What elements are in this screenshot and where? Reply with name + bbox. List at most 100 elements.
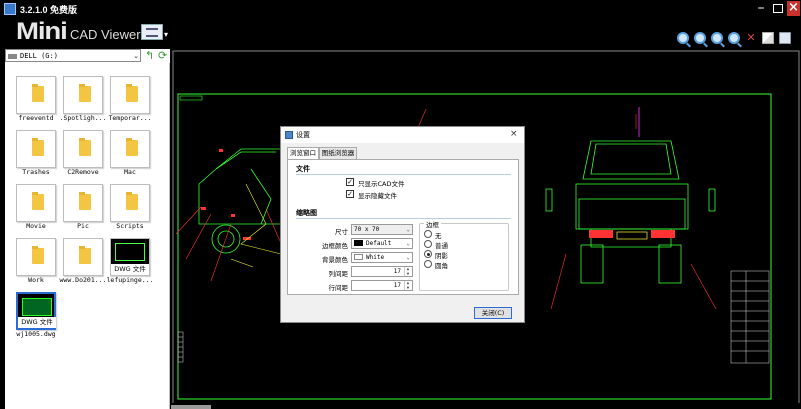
size-label: 尺寸 xyxy=(335,228,348,236)
file-thumbnail xyxy=(16,184,56,222)
border-normal-label: 普通 xyxy=(435,242,448,250)
folder-icon xyxy=(126,138,138,156)
chevron-down-icon: ⌄ xyxy=(406,240,410,247)
file-thumbnail xyxy=(63,130,103,168)
chevron-down-icon: ⌄ xyxy=(406,254,410,261)
spinner-arrows-icon[interactable]: ▲ ▼ xyxy=(404,266,411,276)
dialog-title-bar[interactable]: 设置 × xyxy=(281,127,524,143)
file-thumbnail xyxy=(16,130,56,168)
tab-drawing-browser[interactable]: 图纸浏览器 xyxy=(319,147,357,159)
border-shadow-radio[interactable] xyxy=(424,250,432,258)
folder-icon xyxy=(32,138,44,156)
section-thumbnail: 缩略图 xyxy=(296,209,317,217)
row-spacing-value: 17 xyxy=(393,282,401,289)
folder-icon xyxy=(79,246,91,264)
file-thumbnail xyxy=(16,76,56,114)
refresh-icon[interactable]: ⟳ xyxy=(158,50,167,61)
maximize-button[interactable] xyxy=(770,0,786,18)
view-mode-dropdown-arrow[interactable]: ▾ xyxy=(164,30,168,39)
border-rounded-radio[interactable] xyxy=(424,260,432,268)
file-name: www.Do201... xyxy=(59,276,107,284)
window-title: 3.2.1.0 免费版 xyxy=(20,5,78,15)
border-style-group xyxy=(419,223,509,291)
file-thumbnail xyxy=(63,76,103,114)
folder-icon xyxy=(79,84,91,102)
file-item-selected[interactable]: DWG 文件 wj1005.dwg xyxy=(10,284,62,339)
close-window-button[interactable]: × xyxy=(787,1,800,16)
dwg-preview-icon xyxy=(115,243,145,261)
dwg-thumbnail: DWG 文件 xyxy=(110,238,150,276)
bg-color-value: White xyxy=(366,254,385,261)
file-thumbnail xyxy=(63,184,103,222)
dwg-preview-icon xyxy=(22,298,52,316)
file-name: C2Remove xyxy=(67,168,99,176)
file-thumbnail xyxy=(63,238,103,276)
folder-icon xyxy=(32,84,44,102)
minimize-button[interactable]: – xyxy=(752,0,770,18)
section-divider xyxy=(296,218,511,219)
scrollbar-thumb[interactable] xyxy=(171,405,211,409)
file-item[interactable]: Pic xyxy=(57,176,109,231)
size-value: 70 x 70 xyxy=(354,226,380,233)
file-item[interactable]: freeventd xyxy=(10,68,62,123)
file-item[interactable]: Mac xyxy=(104,122,156,177)
file-item[interactable]: Trashes xyxy=(10,122,62,177)
file-item[interactable]: Work xyxy=(10,230,62,285)
file-item[interactable]: Scripts xyxy=(104,176,156,231)
col-spacing-stepper[interactable]: 17 ▲ ▼ xyxy=(351,266,413,277)
file-name: Mac xyxy=(124,168,136,176)
file-name: Movie xyxy=(26,222,46,230)
border-none-radio[interactable] xyxy=(424,230,432,238)
folder-up-icon[interactable]: ↰ xyxy=(145,50,154,61)
section-divider xyxy=(296,174,511,175)
file-item[interactable]: Movie xyxy=(10,176,62,231)
dialog-close-icon[interactable]: × xyxy=(510,129,518,139)
border-color-select[interactable]: Default ⌄ xyxy=(351,238,413,249)
file-thumbnail xyxy=(110,184,150,222)
file-name: freeventd xyxy=(18,114,54,122)
border-normal-radio[interactable] xyxy=(424,240,432,248)
file-item[interactable]: Temporar... xyxy=(104,68,156,123)
file-name: lefupinge... xyxy=(106,276,154,284)
settings-icon xyxy=(285,131,293,139)
color-swatch xyxy=(354,240,363,246)
bg-color-select[interactable]: White ⌄ xyxy=(351,252,413,263)
folder-icon xyxy=(79,138,91,156)
dwg-thumbnail: DWG 文件 xyxy=(16,292,56,330)
zoom-extents-icon[interactable] xyxy=(728,32,740,44)
drive-select[interactable]: DELL (G:) ⌄ xyxy=(5,49,141,62)
size-select[interactable]: 70 x 70 ⌄ xyxy=(351,224,413,235)
file-thumbnail xyxy=(110,76,150,114)
file-item[interactable]: DWG 文件 lefupinge... xyxy=(104,230,156,285)
folder-icon xyxy=(32,246,44,264)
file-list: freeventd .Spotligh... Temporar... Trash… xyxy=(5,63,170,409)
spinner-arrows-icon[interactable]: ▲ ▼ xyxy=(404,280,411,290)
row-spacing-stepper[interactable]: 17 ▲ ▼ xyxy=(351,280,413,291)
file-name: wj1005.dwg xyxy=(16,330,56,338)
title-bar: 3.2.1.0 免费版 – × xyxy=(0,0,801,18)
close-button[interactable]: 关闭(C) xyxy=(474,307,512,319)
folder-icon xyxy=(79,192,91,210)
col-spacing-value: 17 xyxy=(393,268,401,275)
file-name: .Spotligh... xyxy=(59,114,107,122)
status-strip xyxy=(171,403,801,409)
print-icon[interactable] xyxy=(779,32,791,44)
zoom-out-icon[interactable] xyxy=(694,32,706,44)
layers-icon[interactable] xyxy=(762,32,774,44)
zoom-window-icon[interactable] xyxy=(711,32,723,44)
zoom-in-icon[interactable] xyxy=(677,32,689,44)
file-item[interactable]: .Spotligh... xyxy=(57,68,109,123)
border-none-label: 无 xyxy=(435,232,442,240)
file-name: Trashes xyxy=(22,168,50,176)
logo-mini: Mini xyxy=(16,18,68,45)
view-mode-button[interactable] xyxy=(141,24,163,40)
dwg-badge: DWG 文件 xyxy=(111,264,149,275)
col-spacing-label: 列间距 xyxy=(328,270,349,278)
file-item[interactable]: C2Remove xyxy=(57,122,109,177)
show-hidden-checkbox[interactable]: ✓ xyxy=(346,190,354,198)
file-item[interactable]: www.Do201... xyxy=(57,230,109,285)
pan-icon[interactable]: ✕ xyxy=(745,32,757,44)
bg-color-label: 背景颜色 xyxy=(322,256,348,264)
only-cad-checkbox[interactable]: ✓ xyxy=(346,178,354,186)
file-name: Work xyxy=(28,276,44,284)
